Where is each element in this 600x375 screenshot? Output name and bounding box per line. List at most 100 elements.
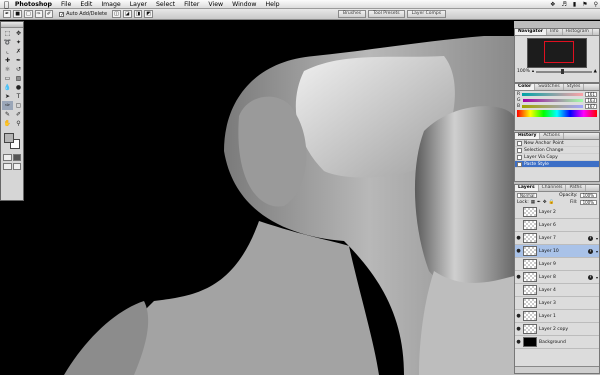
history-item-selected[interactable]: Paste Style	[515, 161, 599, 168]
layer-row-layer-2[interactable]: Layer 2	[515, 206, 599, 219]
menu-image[interactable]: Image	[101, 0, 120, 9]
blend-mode-select[interactable]: Normal	[517, 193, 538, 198]
color-value-b[interactable]: 167	[585, 103, 597, 109]
layer-row-layer-1[interactable]: ● Layer 1	[515, 310, 599, 323]
quick-mask-mode-button[interactable]	[12, 154, 21, 161]
menu-filter[interactable]: Filter	[184, 0, 199, 9]
eye-icon[interactable]: ●	[516, 248, 521, 254]
tab-color[interactable]: Color	[515, 84, 536, 90]
eraser-tool-icon[interactable]: ▭	[2, 74, 13, 83]
tab-info[interactable]: Info	[547, 29, 563, 35]
gradient-tool-icon[interactable]: ▧	[13, 74, 24, 83]
shape-tool-icon[interactable]: ▢	[13, 101, 24, 110]
eye-icon[interactable]: ●	[516, 326, 521, 332]
freeform-pen-button[interactable]: ✐	[44, 10, 54, 18]
battery-icon[interactable]: ▮	[573, 1, 576, 8]
well-tab-layer-comps[interactable]: Layer Comps	[406, 10, 447, 18]
zoom-in-icon[interactable]: ▲	[594, 69, 597, 74]
layer-row-layer-6[interactable]: Layer 6	[515, 219, 599, 232]
navigator-zoom-slider[interactable]	[536, 68, 592, 74]
tab-layers[interactable]: Layers	[515, 185, 539, 191]
visibility-toggle[interactable]	[516, 301, 521, 306]
brush-tool-icon[interactable]: ✒	[13, 56, 24, 65]
layer-style-icon[interactable]: f	[588, 236, 593, 241]
well-tab-tool-presets[interactable]: Tool Presets	[368, 10, 405, 18]
zoom-out-icon[interactable]: ▴	[532, 69, 534, 74]
full-screen-mode-button[interactable]	[12, 163, 21, 170]
type-tool-icon[interactable]: T	[13, 92, 24, 101]
zoom-slider-handle[interactable]	[561, 68, 565, 74]
pen-tool-icon[interactable]: ✑	[2, 101, 13, 110]
eye-icon[interactable]: ●	[516, 339, 521, 345]
marquee-tool-icon[interactable]: ⬚	[2, 29, 13, 38]
blur-tool-icon[interactable]: 💧	[2, 83, 13, 92]
lock-pixels-icon[interactable]: ✒	[537, 200, 541, 205]
auto-add-delete-checkbox[interactable]: ✓	[59, 11, 64, 17]
standard-screen-mode-button[interactable]	[3, 163, 12, 170]
navigator-thumbnail[interactable]	[527, 38, 587, 68]
dodge-tool-icon[interactable]: ●	[13, 83, 24, 92]
history-item[interactable]: New Anchor Point	[515, 140, 599, 147]
menu-view[interactable]: View	[208, 0, 223, 9]
tab-navigator[interactable]: Navigator	[515, 29, 547, 35]
eye-icon[interactable]: ●	[516, 313, 521, 319]
apple-logo-icon[interactable]: 	[4, 0, 9, 9]
layer-style-icon[interactable]: f	[588, 275, 593, 280]
layer-row-layer-9[interactable]: Layer 9	[515, 258, 599, 271]
well-tab-brushes[interactable]: Brushes	[338, 10, 367, 18]
path-area-intersect-button[interactable]: ◨	[133, 10, 143, 18]
expand-arrow-icon[interactable]: ▾	[596, 236, 598, 241]
path-area-add-button[interactable]: ◫	[112, 10, 121, 18]
clone-stamp-tool-icon[interactable]: ⚛	[2, 65, 13, 74]
healing-brush-tool-icon[interactable]: ✚	[2, 56, 13, 65]
visibility-toggle[interactable]	[516, 262, 521, 267]
magic-wand-tool-icon[interactable]: ✦	[13, 38, 24, 47]
color-slider-b[interactable]	[522, 104, 583, 108]
document-canvas[interactable]	[24, 21, 514, 375]
opacity-input[interactable]: 100%	[579, 193, 597, 198]
layer-row-layer-7[interactable]: ● Layer 7 f ▾	[515, 232, 599, 245]
color-value-g[interactable]: 163	[585, 97, 597, 103]
tab-actions[interactable]: Actions	[540, 133, 564, 139]
standard-mode-button[interactable]	[3, 154, 12, 161]
history-item[interactable]: Layer Via Copy	[515, 154, 599, 161]
menu-select[interactable]: Select	[156, 0, 175, 9]
move-tool-icon[interactable]: ✥	[13, 29, 24, 38]
layer-row-background[interactable]: ● Background	[515, 336, 599, 349]
layer-row-layer-8[interactable]: ● Layer 8 f ▾	[515, 271, 599, 284]
hand-tool-icon[interactable]: ✋	[2, 119, 13, 128]
tab-paths[interactable]: Paths	[566, 185, 586, 191]
bluetooth-icon[interactable]: ❖	[550, 1, 555, 8]
foreground-color-swatch[interactable]	[4, 133, 14, 143]
layer-row-layer-3[interactable]: Layer 3	[515, 297, 599, 310]
eyedropper-tool-icon[interactable]: ✐	[13, 110, 24, 119]
path-selection-tool-icon[interactable]: ➤	[2, 92, 13, 101]
visibility-toggle[interactable]	[516, 223, 521, 228]
flag-icon[interactable]: ⚑	[582, 1, 587, 8]
volume-icon[interactable]: ♬	[562, 1, 567, 8]
layer-row-layer-2-copy[interactable]: ● Layer 2 copy	[515, 323, 599, 336]
menu-window[interactable]: Window	[232, 0, 256, 9]
lock-all-icon[interactable]: 🔒	[549, 200, 555, 205]
shape-layers-button[interactable]: ■	[13, 10, 22, 18]
spotlight-search-icon[interactable]: ⚲	[594, 1, 598, 8]
eye-icon[interactable]: ●	[516, 235, 521, 241]
expand-arrow-icon[interactable]: ▾	[596, 275, 598, 280]
color-slider-r[interactable]	[522, 92, 583, 96]
notes-tool-icon[interactable]: ✎	[2, 110, 13, 119]
tab-styles[interactable]: Styles	[564, 84, 585, 90]
navigator-zoom-value[interactable]: 100%	[517, 69, 530, 74]
lock-transparency-icon[interactable]: ▦	[531, 200, 535, 205]
visibility-toggle[interactable]	[516, 210, 521, 215]
lasso-tool-icon[interactable]: ➰	[2, 38, 13, 47]
zoom-tool-icon[interactable]: ⚲	[13, 119, 24, 128]
menu-file[interactable]: File	[61, 0, 71, 9]
lock-position-icon[interactable]: ✥	[543, 200, 547, 205]
navigator-view-box[interactable]	[544, 41, 574, 63]
fill-input[interactable]: 100%	[579, 200, 597, 205]
menu-layer[interactable]: Layer	[130, 0, 147, 9]
paths-button[interactable]: □	[23, 10, 33, 18]
tab-swatches[interactable]: Swatches	[535, 84, 564, 90]
menu-help[interactable]: Help	[266, 0, 280, 9]
crop-tool-icon[interactable]: ⌞	[2, 47, 13, 56]
